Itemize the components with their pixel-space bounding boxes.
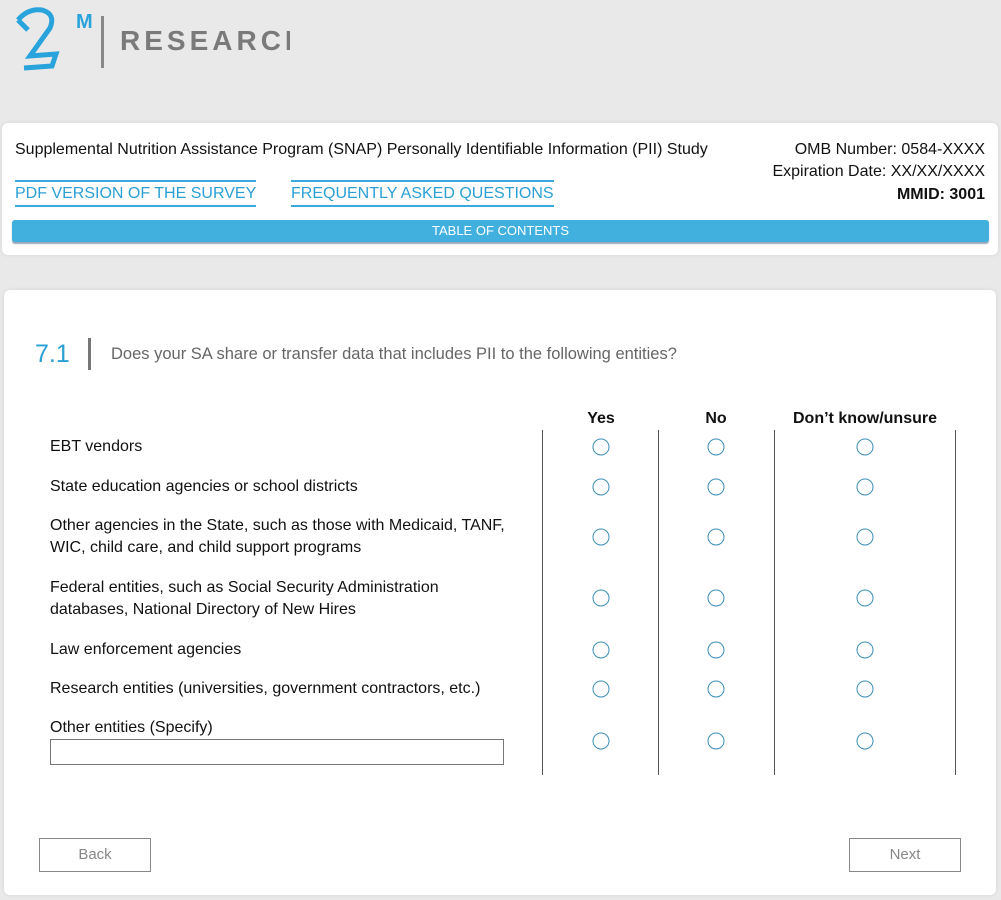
pdf-version-link[interactable]: PDF VERSION OF THE SURVEY — [15, 180, 257, 207]
column-header-yes: Yes — [587, 410, 615, 427]
column-header-dont-know: Don’t know/unsure — [793, 410, 937, 427]
next-button[interactable]: Next — [849, 838, 961, 872]
row-label-state-education: State education agencies or school distr… — [50, 478, 358, 495]
radio-row4-dont-know[interactable] — [856, 589, 874, 607]
radio-row6-dont-know[interactable] — [856, 680, 874, 698]
question-text: Does your SA share or transfer data that… — [111, 345, 677, 363]
table-of-contents-button[interactable]: TABLE OF CONTENTS — [12, 220, 989, 242]
radio-row5-yes[interactable] — [592, 641, 610, 659]
radio-row2-dont-know[interactable] — [856, 478, 874, 496]
radio-row1-yes[interactable] — [592, 438, 610, 456]
radio-row5-no[interactable] — [707, 641, 725, 659]
radio-row5-dont-know[interactable] — [856, 641, 874, 659]
radio-row2-yes[interactable] — [592, 478, 610, 496]
other-entities-specify-input[interactable] — [50, 739, 504, 765]
row-label-federal-entities: Federal entities, such as Social Securit… — [50, 579, 439, 618]
radio-row3-yes[interactable] — [592, 528, 610, 546]
svg-text:M: M — [76, 11, 93, 33]
radio-row1-no[interactable] — [707, 438, 725, 456]
omb-number: OMB Number: 0584-XXXX — [794, 141, 985, 158]
faq-link[interactable]: FREQUENTLY ASKED QUESTIONS — [291, 180, 554, 207]
radio-row1-dont-know[interactable] — [856, 438, 874, 456]
radio-row4-yes[interactable] — [592, 589, 610, 607]
column-divider — [955, 430, 956, 775]
column-divider — [774, 430, 775, 775]
expiration-date: Expiration Date: XX/XX/XXXX — [772, 163, 985, 180]
row-label-other-entities: Other entities (Specify) — [50, 719, 213, 736]
row-label-other-agencies: Other agencies in the State, such as tho… — [50, 517, 505, 556]
row-label-law-enforcement: Law enforcement agencies — [50, 641, 242, 658]
radio-row2-no[interactable] — [707, 478, 725, 496]
mmid: MMID: 3001 — [896, 186, 985, 203]
column-divider — [658, 430, 659, 775]
question-number: 7.1 — [35, 340, 70, 368]
radio-row6-no[interactable] — [707, 680, 725, 698]
radio-row7-dont-know[interactable] — [856, 732, 874, 750]
radio-row3-no[interactable] — [707, 528, 725, 546]
radio-row7-yes[interactable] — [592, 732, 610, 750]
back-button[interactable]: Back — [39, 838, 151, 872]
question-divider — [88, 338, 91, 370]
study-title: Supplemental Nutrition Assistance Progra… — [15, 141, 708, 158]
2m-research-logo: M RESEARCH — [16, 7, 290, 71]
radio-row7-no[interactable] — [707, 732, 725, 750]
svg-text:RESEARCH: RESEARCH — [120, 25, 290, 56]
column-divider — [542, 430, 543, 775]
row-label-ebt-vendors: EBT vendors — [50, 438, 143, 455]
radio-row4-no[interactable] — [707, 589, 725, 607]
radio-row6-yes[interactable] — [592, 680, 610, 698]
row-label-research-entities: Research entities (universities, governm… — [50, 680, 481, 697]
column-header-no: No — [705, 410, 727, 427]
radio-row3-dont-know[interactable] — [856, 528, 874, 546]
